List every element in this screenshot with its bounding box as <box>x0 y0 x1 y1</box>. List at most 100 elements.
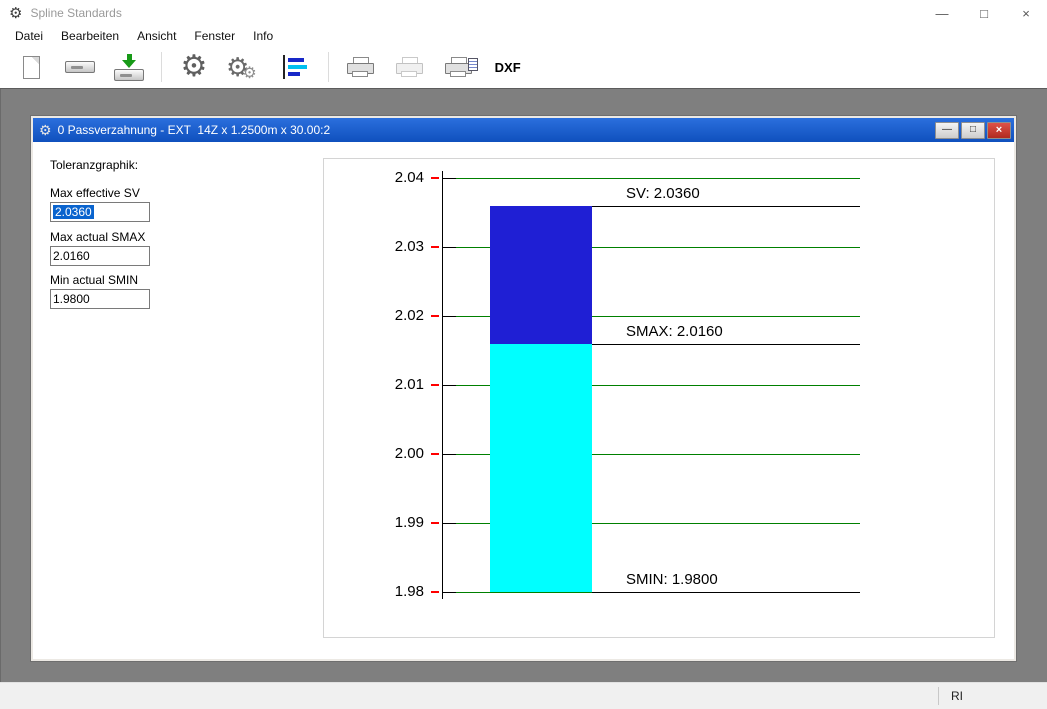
save-arrow-head <box>122 60 136 68</box>
app-titlebar[interactable]: ⚙ Spline Standards — □ × <box>0 0 1047 26</box>
y-tick-label: 2.03 <box>356 237 424 257</box>
y-tick-label: 2.04 <box>356 168 424 188</box>
y-tick-label: 1.98 <box>356 582 424 602</box>
application-window: ⚙ Spline Standards — □ × Datei Bearbeite… <box>0 0 1047 709</box>
tolerance-chart-panel: 2.04 2.03 2.02 2.01 2.00 1.99 1.98 SV: 2.0360 SM… <box>323 158 995 638</box>
child-titlebar[interactable]: ⚙ 0 Passverzahnung - EXT 14Z x 1.2500m x… <box>33 118 1014 142</box>
field-label-smin: Min actual SMIN <box>50 273 138 287</box>
gear-data-button[interactable] <box>226 49 264 85</box>
tolerance-graphic-button[interactable] <box>279 49 313 85</box>
annotation-line <box>592 344 860 345</box>
axis-tick-red <box>431 384 439 386</box>
printer-output-tray <box>352 71 368 77</box>
menu-bar: Datei Bearbeiten Ansicht Fenster Info <box>0 26 1047 46</box>
menu-item-fenster[interactable]: Fenster <box>185 29 244 43</box>
y-tick-label: 2.00 <box>356 444 424 464</box>
printer-report-icon <box>445 57 472 78</box>
new-document-icon <box>23 56 40 79</box>
smax-input[interactable]: 2.0160 <box>50 246 150 266</box>
bar-chart-bar <box>288 72 300 76</box>
gear-icon <box>181 52 208 82</box>
axis-tick <box>442 247 456 248</box>
new-file-button[interactable] <box>14 49 48 85</box>
menu-item-bearbeiten[interactable]: Bearbeiten <box>52 29 128 43</box>
save-icon <box>114 54 144 81</box>
sv-value-selected: 2.0360 <box>53 205 94 219</box>
bar-chart-icon <box>283 55 309 79</box>
minimize-button[interactable]: — <box>921 0 963 26</box>
open-drive-icon <box>65 61 95 73</box>
y-tick-label: 2.02 <box>356 306 424 326</box>
app-gear-icon: ⚙ <box>9 6 22 21</box>
gear-small-icon <box>242 65 256 83</box>
axis-tick-red <box>431 177 439 179</box>
axis-tick <box>442 316 456 317</box>
mdi-workspace: ⚙ 0 Passverzahnung - EXT 14Z x 1.2500m x… <box>0 88 1047 682</box>
toolbar-separator <box>328 52 329 82</box>
axis-tick <box>442 523 456 524</box>
close-button[interactable]: × <box>1005 0 1047 26</box>
print-disabled-button <box>393 49 427 85</box>
menu-item-ansicht[interactable]: Ansicht <box>128 29 185 43</box>
axis-tick-red <box>431 315 439 317</box>
toolbar-separator <box>161 52 162 82</box>
axis-tick <box>442 178 456 179</box>
print-report-button[interactable] <box>442 49 476 85</box>
axis-tick <box>442 454 456 455</box>
y-tick-label: 2.01 <box>356 375 424 395</box>
status-right-cell: RI <box>938 687 963 705</box>
printer-icon <box>347 57 374 78</box>
save-drive <box>114 69 144 81</box>
open-file-button[interactable] <box>63 49 97 85</box>
app-title: Spline Standards <box>30 6 121 20</box>
menu-item-info[interactable]: Info <box>244 29 282 43</box>
printer-output-tray <box>450 71 466 77</box>
status-bar: RI <box>0 682 1047 709</box>
bar-segment-smax-to-smin <box>490 344 592 592</box>
annotation-label: SMAX: 2.0160 <box>626 322 723 342</box>
smax-value: 2.0160 <box>53 249 90 263</box>
printer-disabled-icon <box>396 57 423 78</box>
field-label-smax: Max actual SMAX <box>50 230 145 244</box>
child-minimize-button[interactable]: — <box>935 122 959 139</box>
panel-heading: Toleranzgraphik: <box>50 158 138 172</box>
child-close-button[interactable]: × <box>987 122 1011 139</box>
annotation-line <box>592 592 860 593</box>
window-controls: — □ × <box>921 0 1047 26</box>
printer-output-tray <box>401 71 417 77</box>
annotation-line <box>592 206 860 207</box>
report-page-icon <box>468 58 478 71</box>
axis-tick-red <box>431 453 439 455</box>
tolerance-chart: 2.04 2.03 2.02 2.01 2.00 1.99 1.98 SV: 2.0360 SM… <box>324 159 994 637</box>
axis-tick <box>442 385 456 386</box>
axis-tick-red <box>431 246 439 248</box>
maximize-button[interactable]: □ <box>963 0 1005 26</box>
bar-segment-sv-to-smax <box>490 206 592 344</box>
dxf-label: DXF <box>495 60 521 75</box>
print-button[interactable] <box>344 49 378 85</box>
y-tick-label: 1.99 <box>356 513 424 533</box>
axis-tick-red <box>431 591 439 593</box>
child-window: ⚙ 0 Passverzahnung - EXT 14Z x 1.2500m x… <box>30 115 1017 662</box>
field-label-sv: Max effective SV <box>50 186 140 200</box>
sv-input[interactable]: 2.0360 <box>50 202 150 222</box>
axis-tick-red <box>431 522 439 524</box>
child-window-content: Toleranzgraphik: Max effective SV 2.0360… <box>33 142 1014 659</box>
child-window-title: 0 Passverzahnung - EXT 14Z x 1.2500m x 3… <box>58 123 933 137</box>
axis-tick <box>442 592 456 593</box>
status-right-text: RI <box>951 689 963 703</box>
bar-chart-bar <box>288 58 304 62</box>
menu-item-datei[interactable]: Datei <box>6 29 52 43</box>
double-gear-icon <box>226 54 264 81</box>
toolbar: DXF <box>0 46 1047 88</box>
smin-value: 1.9800 <box>53 292 90 306</box>
save-file-button[interactable] <box>112 49 146 85</box>
settings-button[interactable] <box>177 49 211 85</box>
child-restore-button[interactable]: □ <box>961 122 985 139</box>
annotation-label: SV: 2.0360 <box>626 184 700 204</box>
bar-chart-bar <box>288 65 307 69</box>
gridline <box>452 178 860 179</box>
dxf-export-button[interactable]: DXF <box>491 49 525 85</box>
smin-input[interactable]: 1.9800 <box>50 289 150 309</box>
child-window-gear-icon: ⚙ <box>39 123 52 137</box>
